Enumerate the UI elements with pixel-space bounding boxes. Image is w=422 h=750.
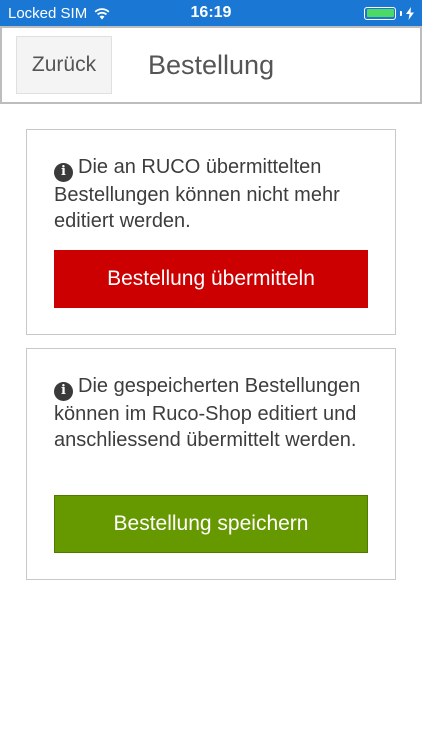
info-icon: i [54, 162, 73, 182]
save-info-text: i Die gespeicherten Bestellungen können i… [54, 373, 369, 454]
battery-icon [364, 6, 396, 20]
submit-order-button[interactable]: Bestellung übermitteln [54, 250, 368, 308]
battery-fill [366, 9, 394, 17]
status-bar: Locked SIM 16:19 [0, 0, 422, 26]
submit-order-card: i Die an RUCO übermittelten Bestellungen … [26, 129, 396, 335]
status-left: Locked SIM [8, 5, 111, 22]
submit-info-message: Die an RUCO übermittelten Bestellungen k… [54, 156, 340, 233]
navigation-header: Zurück Bestellung [0, 26, 422, 104]
save-order-card: i Die gespeicherten Bestellungen können i… [26, 348, 396, 580]
charging-bolt-icon [406, 6, 414, 20]
submit-info-text: i Die an RUCO übermittelten Bestellungen … [54, 154, 369, 235]
save-order-button[interactable]: Bestellung speichern [54, 495, 368, 553]
battery-tip [400, 10, 402, 16]
page-title: Bestellung [148, 50, 275, 80]
save-info-message: Die gespeicherten Bestellungen können im… [54, 375, 361, 452]
wifi-icon [94, 7, 110, 19]
info-icon: i [54, 381, 73, 401]
status-right [364, 6, 414, 20]
back-button[interactable]: Zurück [16, 36, 112, 94]
carrier-label: Locked SIM [8, 4, 88, 22]
